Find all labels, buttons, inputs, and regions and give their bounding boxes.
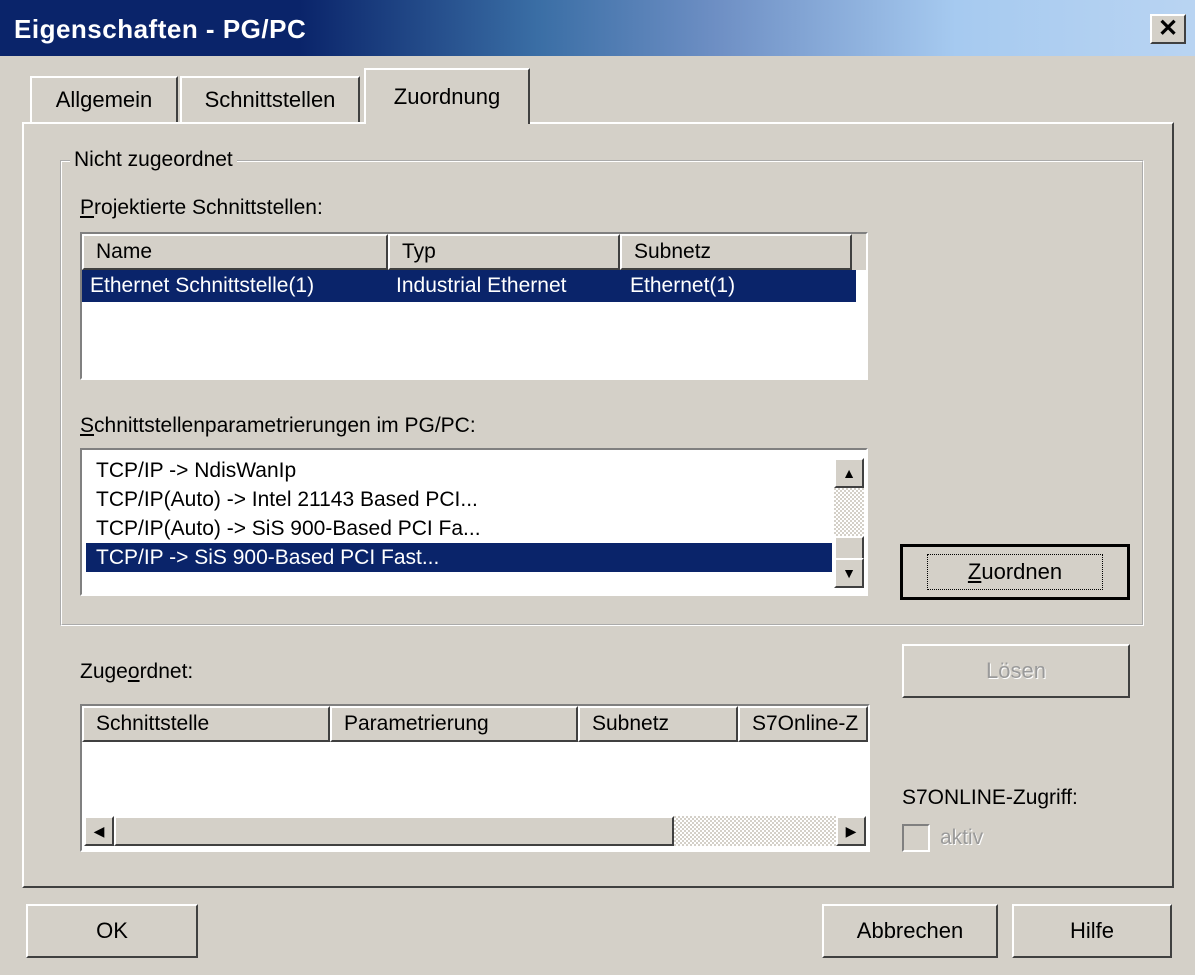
list-header: Name Typ Subnetz: [82, 234, 866, 270]
column-header-s7online[interactable]: S7Online-Z: [738, 706, 868, 742]
active-checkbox-label: aktiv: [940, 826, 984, 849]
list-item[interactable]: TCP/IP -> NdisWanIp: [86, 456, 832, 485]
assigned-interfaces-list[interactable]: Schnittstelle Parametrierung Subnetz S7O…: [80, 704, 870, 852]
arrow-down-icon: ▼: [842, 565, 856, 581]
scroll-left-button[interactable]: ◀: [84, 816, 114, 846]
scroll-right-button[interactable]: ▶: [836, 816, 866, 846]
projected-interfaces-list[interactable]: Name Typ Subnetz Ethernet Schnittstelle(…: [80, 232, 868, 380]
list-item[interactable]: TCP/IP(Auto) -> Intel 21143 Based PCI...: [86, 485, 832, 514]
list-header: Schnittstelle Parametrierung Subnetz S7O…: [82, 706, 868, 742]
tab-allgemein[interactable]: Allgemein: [30, 76, 178, 122]
tab-label: Zuordnung: [393, 84, 501, 109]
close-icon: ✕: [1157, 15, 1179, 42]
column-header-subnet[interactable]: Subnetz: [578, 706, 738, 742]
table-row[interactable]: Ethernet Schnittstelle(1) Industrial Eth…: [82, 270, 856, 302]
scroll-up-button[interactable]: ▲: [834, 458, 864, 488]
projected-interfaces-label: Projektierte Schnittstellen:: [80, 196, 323, 219]
parameterizations-listbox[interactable]: TCP/IP -> NdisWanIp TCP/IP(Auto) -> Inte…: [80, 448, 868, 596]
column-header-parameterization[interactable]: Parametrierung: [330, 706, 578, 742]
cell-subnet: Ethernet(1): [630, 274, 736, 297]
arrow-left-icon: ◀: [93, 822, 105, 839]
cell-type: Industrial Ethernet: [396, 274, 567, 297]
assigned-label: Zugeordnet:: [80, 660, 194, 683]
scroll-thumb[interactable]: [834, 536, 864, 560]
assign-button-label: Zuordnen: [926, 554, 1104, 590]
column-header-subnet[interactable]: Subnetz: [620, 234, 852, 270]
tab-label: Schnittstellen: [204, 87, 336, 112]
vertical-scrollbar[interactable]: ▲ ▼: [834, 458, 864, 588]
column-header-type[interactable]: Typ: [388, 234, 620, 270]
release-button[interactable]: Lösen: [902, 644, 1130, 698]
cell-name: Ethernet Schnittstelle(1): [90, 274, 315, 297]
horizontal-scrollbar[interactable]: ◀ ▶: [84, 816, 866, 846]
column-header-interface[interactable]: Schnittstelle: [82, 706, 330, 742]
arrow-up-icon: ▲: [842, 465, 856, 481]
group-legend: Nicht zugeordnet: [70, 148, 237, 172]
cancel-button-label: Abbrechen: [856, 918, 964, 943]
active-checkbox[interactable]: [902, 824, 930, 852]
close-button[interactable]: ✕: [1150, 14, 1186, 44]
tab-zuordnung[interactable]: Zuordnung: [364, 68, 530, 124]
tab-label: Allgemein: [55, 87, 153, 112]
ok-button[interactable]: OK: [26, 904, 198, 958]
s7online-access-label: S7ONLINE-Zugriff:: [902, 786, 1078, 809]
active-checkbox-wrapper[interactable]: aktiv: [902, 824, 983, 852]
parameterizations-label: Schnittstellenparametrierungen im PG/PC:: [80, 414, 476, 437]
arrow-right-icon: ▶: [845, 822, 857, 839]
cancel-button[interactable]: Abbrechen: [822, 904, 998, 958]
window-title: Eigenschaften - PG/PC: [14, 14, 307, 44]
help-button[interactable]: Hilfe: [1012, 904, 1172, 958]
tab-schnittstellen[interactable]: Schnittstellen: [180, 76, 360, 122]
assign-button[interactable]: Zuordnen: [900, 544, 1130, 600]
ok-button-label: OK: [96, 918, 128, 943]
list-item-selected[interactable]: TCP/IP -> SiS 900-Based PCI Fast...: [86, 543, 832, 572]
scroll-thumb[interactable]: [114, 816, 674, 846]
release-button-label: Lösen: [986, 658, 1046, 683]
help-button-label: Hilfe: [1069, 918, 1114, 943]
list-item[interactable]: TCP/IP(Auto) -> SiS 900-Based PCI Fa...: [86, 514, 832, 543]
scroll-down-button[interactable]: ▼: [834, 558, 864, 588]
column-header-name[interactable]: Name: [82, 234, 388, 270]
